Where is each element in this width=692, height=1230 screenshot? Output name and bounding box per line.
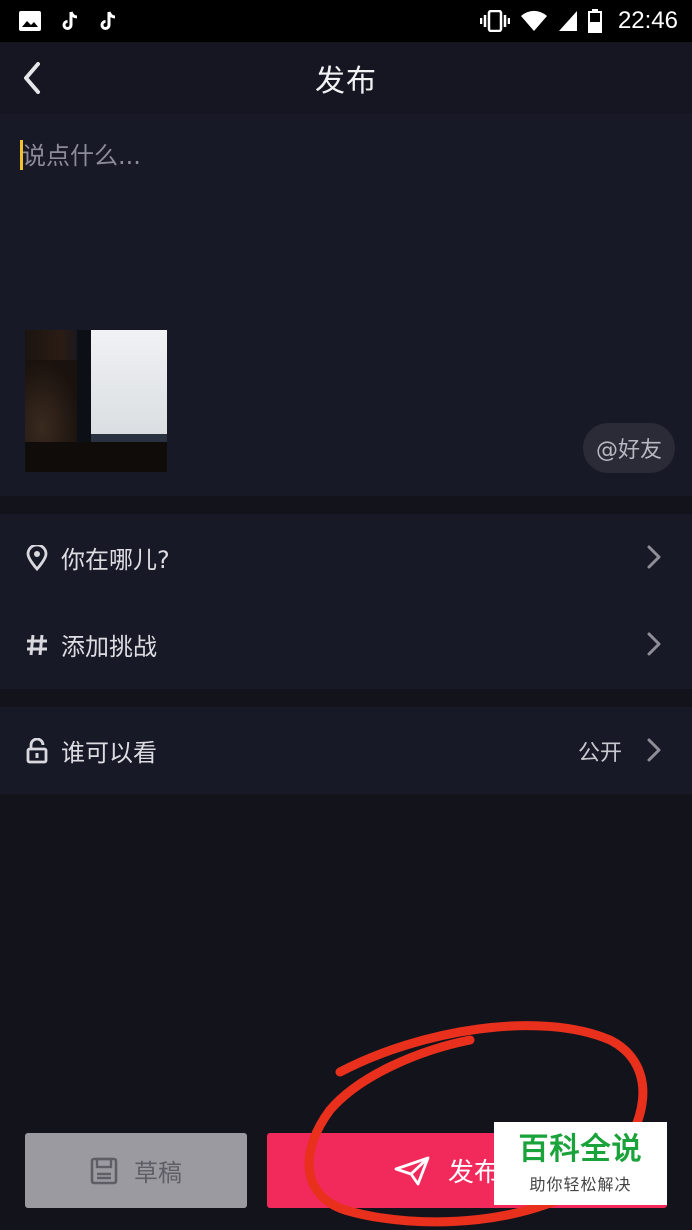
battery-icon [587, 9, 602, 33]
hashtag-icon [25, 631, 49, 659]
challenge-label: 添加挑战 [61, 633, 157, 661]
thumbnail-screen [91, 330, 167, 440]
location-pin-icon [25, 544, 49, 572]
back-button[interactable] [12, 56, 52, 100]
compose-panel: 说点什么... @好友 [0, 114, 692, 496]
options-group-privacy: 谁可以看 公开 [0, 707, 692, 794]
chevron-right-icon [647, 545, 661, 569]
save-icon [90, 1157, 118, 1184]
status-left [18, 10, 118, 32]
chevron-right-icon [647, 632, 661, 656]
options-group-tags: 你在哪儿? 添加挑战 [0, 514, 692, 689]
signal-icon [558, 10, 578, 32]
video-thumbnail[interactable] [25, 330, 167, 472]
tiktok-icon [100, 11, 118, 31]
caption-input[interactable]: 说点什么... [22, 136, 662, 176]
publish-label: 发布 [447, 1158, 500, 1188]
lock-open-icon [25, 737, 49, 765]
chevron-left-icon [24, 62, 40, 94]
page-title: 发布 [315, 64, 377, 99]
chevron-right-icon [647, 738, 661, 762]
location-label: 你在哪儿? [61, 546, 170, 574]
status-right: 22:46 [479, 7, 678, 35]
location-row[interactable]: 你在哪儿? [0, 514, 692, 601]
vibrate-icon [479, 10, 510, 32]
thumbnail-desk [25, 442, 167, 472]
watermark-title: 百科全说 [518, 1131, 643, 1167]
tiktok-icon [62, 11, 80, 31]
status-bar: 22:46 [0, 0, 692, 42]
visibility-value: 公开 [577, 740, 622, 766]
challenge-row[interactable]: 添加挑战 [0, 601, 692, 688]
visibility-row[interactable]: 谁可以看 公开 [0, 707, 692, 794]
visibility-label: 谁可以看 [61, 739, 157, 767]
watermark-logo: 百科全说 助你轻松解决 [494, 1122, 667, 1205]
nav-bar: 发布 [0, 42, 692, 114]
mention-friend-button[interactable]: @好友 [583, 423, 675, 473]
draft-label: 草稿 [134, 1159, 182, 1187]
draft-button[interactable]: 草稿 [25, 1133, 247, 1208]
send-icon [394, 1156, 430, 1185]
image-icon [18, 10, 42, 32]
wifi-icon [520, 10, 548, 32]
watermark-subtitle: 助你轻松解决 [529, 1174, 632, 1194]
status-time: 22:46 [617, 7, 678, 34]
